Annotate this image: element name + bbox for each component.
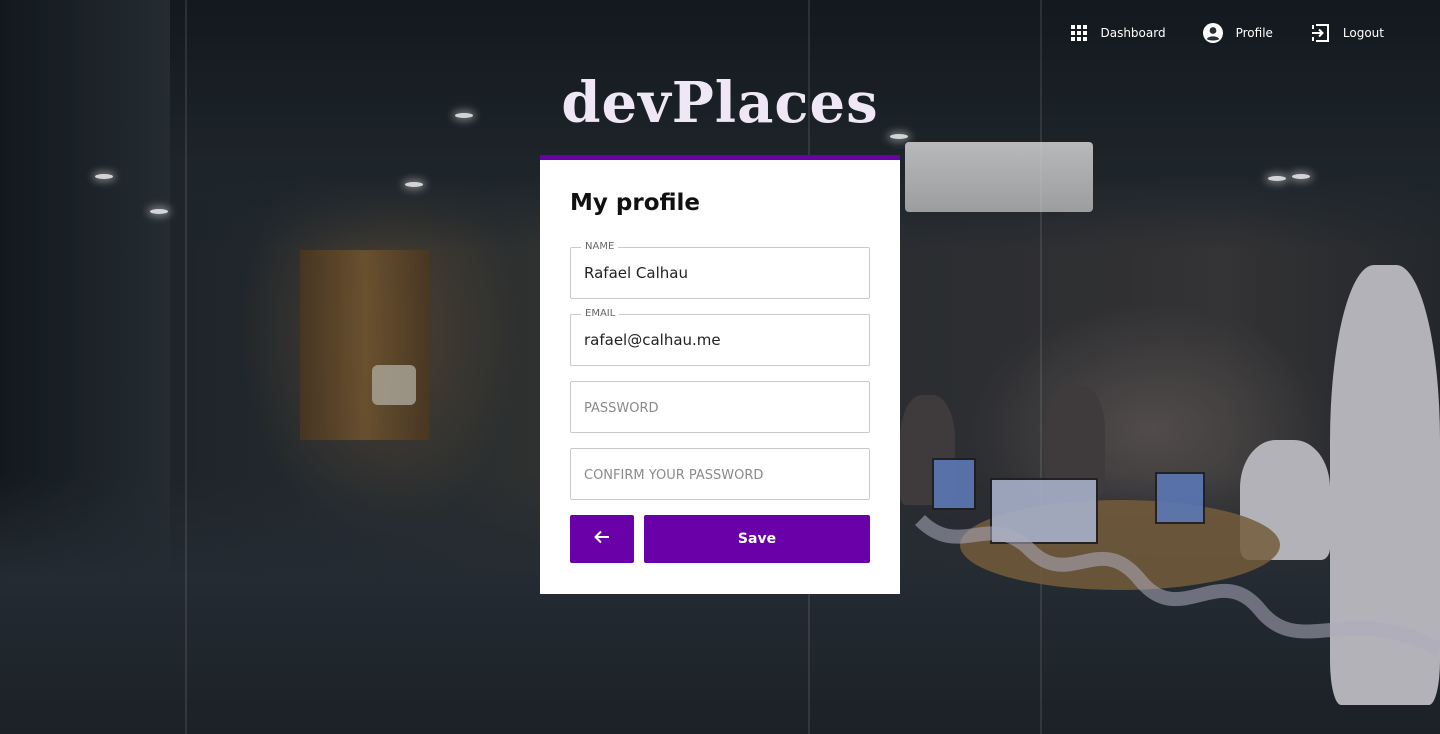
confirm-password-input[interactable] [571, 449, 869, 499]
confirm-password-field [570, 448, 870, 500]
profile-card: My profile NAME EMAIL Save [540, 155, 900, 594]
password-field [570, 381, 870, 433]
arrow-left-icon [593, 528, 611, 550]
account-circle-icon [1202, 22, 1224, 44]
nav-dashboard[interactable]: Dashboard [1070, 24, 1166, 42]
form-actions: Save [570, 515, 870, 563]
nav-logout[interactable]: Logout [1309, 22, 1384, 44]
top-navigation: Dashboard Profile Logout [1070, 22, 1384, 44]
nav-logout-label: Logout [1342, 26, 1384, 40]
email-input[interactable] [571, 315, 869, 365]
logout-icon [1309, 22, 1331, 44]
password-input[interactable] [571, 382, 869, 432]
save-button[interactable]: Save [644, 515, 870, 563]
email-field: EMAIL [570, 308, 870, 366]
brand-logo: devPlaces [561, 70, 879, 136]
grid-icon [1070, 24, 1088, 42]
nav-profile[interactable]: Profile [1202, 22, 1273, 44]
email-label: EMAIL [581, 308, 620, 319]
name-label: NAME [581, 241, 619, 252]
back-button[interactable] [570, 515, 634, 563]
nav-profile-label: Profile [1235, 26, 1273, 40]
name-field: NAME [570, 241, 870, 299]
page-title: My profile [570, 190, 701, 216]
nav-dashboard-label: Dashboard [1100, 26, 1166, 40]
name-input[interactable] [571, 248, 869, 298]
